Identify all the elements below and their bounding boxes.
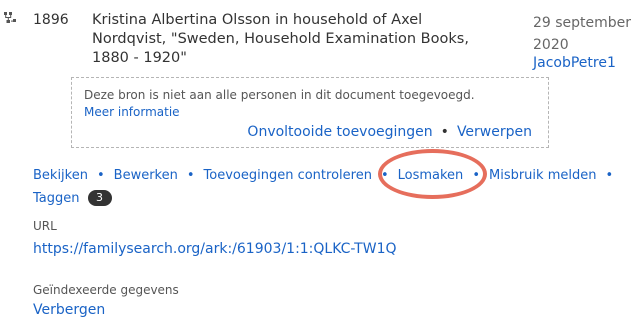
separator-dot: •: [472, 168, 480, 183]
indexed-data-label: Geïndexeerde gegevens: [33, 283, 179, 297]
url-label: URL: [33, 219, 57, 233]
record-year: 1896: [33, 12, 69, 28]
attach-notice: Deze bron is niet aan alle personen in d…: [71, 77, 549, 148]
separator-dot: •: [96, 168, 105, 183]
record-url-link[interactable]: https://familysearch.org/ark:/61903/1:1:…: [33, 241, 397, 257]
family-tree-icon: [2, 11, 18, 27]
separator-dot: •: [440, 124, 449, 140]
detach-link[interactable]: Losmaken: [398, 168, 464, 183]
report-abuse-link[interactable]: Misbruik melden: [489, 168, 596, 183]
separator-dot: •: [186, 168, 195, 183]
contributor-link[interactable]: JacobPetre1: [533, 55, 616, 71]
source-actions: Bekijken • Bewerken • Toevoegingen controler…: [33, 164, 633, 210]
record-date: 29 september 2020: [533, 15, 632, 53]
edit-link[interactable]: Bewerken: [114, 168, 178, 183]
pending-additions-link[interactable]: Onvoltooide toevoegingen: [247, 124, 432, 140]
review-additions-link[interactable]: Toevoegingen controleren: [204, 168, 372, 183]
notice-text: Deze bron is niet aan alle personen in d…: [84, 88, 475, 102]
reject-link[interactable]: Verwerpen: [457, 124, 532, 140]
separator-dot: •: [380, 168, 389, 183]
separator-dot: •: [605, 168, 614, 183]
view-link[interactable]: Bekijken: [33, 168, 88, 183]
more-info-link[interactable]: Meer informatie: [84, 105, 180, 119]
hide-indexed-link[interactable]: Verbergen: [33, 302, 105, 318]
tags-link[interactable]: Taggen: [33, 191, 80, 206]
record-title: Kristina Albertina Olsson in household o…: [92, 12, 469, 66]
tags-count-badge: 3: [87, 190, 112, 206]
notice-actions: Onvoltooide toevoegingen • Verwerpen: [247, 124, 532, 140]
